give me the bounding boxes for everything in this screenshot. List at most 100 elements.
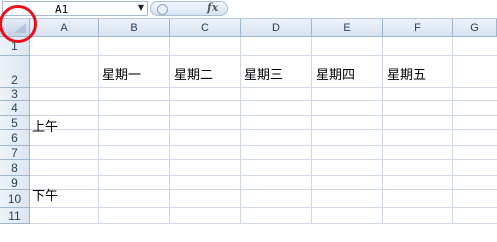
column-header-e[interactable]: E [312, 19, 383, 37]
cell-C6[interactable] [170, 130, 241, 146]
cell-text-f2: 星期五 [387, 68, 427, 83]
cell-B9[interactable] [99, 176, 170, 190]
cell-text-d2: 星期三 [244, 68, 284, 83]
cell-D1[interactable] [241, 37, 312, 56]
formula-controls: fx [150, 1, 228, 16]
cell-E7[interactable] [312, 146, 383, 160]
formula-bar: A1 ▼ fx [0, 0, 497, 19]
cell-G11[interactable] [453, 208, 497, 224]
row-header-6[interactable]: 6 [0, 130, 30, 146]
cell-F11[interactable] [383, 208, 453, 224]
cell-E5[interactable] [312, 116, 383, 130]
cell-C9[interactable] [170, 176, 241, 190]
row-header-3[interactable]: 3 [0, 88, 30, 101]
cell-G1[interactable] [453, 37, 497, 56]
cell-B3[interactable] [99, 88, 170, 101]
cell-E3[interactable] [312, 88, 383, 101]
cancel-icon[interactable] [157, 4, 168, 15]
cell-E11[interactable] [312, 208, 383, 224]
cell-F6[interactable] [383, 130, 453, 146]
cell-G3[interactable] [453, 88, 497, 101]
row-header-9[interactable]: 9 [0, 176, 30, 190]
cell-F4[interactable] [383, 101, 453, 116]
cell-text-a8: 下午 [32, 189, 59, 204]
cell-E8[interactable] [312, 160, 383, 176]
highlight-circle [0, 5, 37, 43]
cell-G9[interactable] [453, 176, 497, 190]
cell-G8[interactable] [453, 160, 497, 176]
cell-G10[interactable] [453, 190, 497, 208]
cell-E10[interactable] [312, 190, 383, 208]
cell-A3[interactable] [30, 88, 99, 101]
cell-C1[interactable] [170, 37, 241, 56]
cell-text-a4: 上午 [32, 120, 59, 135]
cell-C11[interactable] [170, 208, 241, 224]
cell-C8[interactable] [170, 160, 241, 176]
row-header-2[interactable]: 2 [0, 56, 30, 88]
cell-B7[interactable] [99, 146, 170, 160]
cell-B10[interactable] [99, 190, 170, 208]
cell-D9[interactable] [241, 176, 312, 190]
name-box-value: A1 [55, 3, 69, 16]
cell-D3[interactable] [241, 88, 312, 101]
cell-F5[interactable] [383, 116, 453, 130]
cell-F1[interactable] [383, 37, 453, 56]
cell-C5[interactable] [170, 116, 241, 130]
cell-B5[interactable] [99, 116, 170, 130]
cell-E6[interactable] [312, 130, 383, 146]
cell-B8[interactable] [99, 160, 170, 176]
cell-G4[interactable] [453, 101, 497, 116]
row-header-8[interactable]: 8 [0, 160, 30, 176]
cell-F10[interactable] [383, 190, 453, 208]
cell-A2[interactable] [30, 56, 99, 88]
cell-D10[interactable] [241, 190, 312, 208]
cell-C3[interactable] [170, 88, 241, 101]
cell-A1[interactable] [30, 37, 99, 56]
cell-D8[interactable] [241, 160, 312, 176]
name-box-dropdown-icon[interactable]: ▼ [136, 2, 146, 14]
cell-D5[interactable] [241, 116, 312, 130]
cell-F7[interactable] [383, 146, 453, 160]
row-header-10[interactable]: 10 [0, 190, 30, 208]
cell-A4[interactable] [30, 101, 99, 116]
cell-text-e2: 星期四 [316, 68, 356, 83]
row-header-5[interactable]: 5 [0, 116, 30, 130]
cell-A8[interactable] [30, 160, 99, 176]
column-header-d[interactable]: D [241, 19, 312, 37]
cell-G7[interactable] [453, 146, 497, 160]
cell-A7[interactable] [30, 146, 99, 160]
column-header-g[interactable]: G [453, 19, 497, 37]
cell-E9[interactable] [312, 176, 383, 190]
cell-G2[interactable] [453, 56, 497, 88]
cell-B1[interactable] [99, 37, 170, 56]
cell-C10[interactable] [170, 190, 241, 208]
cell-C4[interactable] [170, 101, 241, 116]
column-header-a[interactable]: A [30, 19, 99, 37]
cell-E1[interactable] [312, 37, 383, 56]
cell-G6[interactable] [453, 130, 497, 146]
cell-A11[interactable] [30, 208, 99, 224]
cell-B4[interactable] [99, 101, 170, 116]
cell-C7[interactable] [170, 146, 241, 160]
column-header-b[interactable]: B [99, 19, 170, 37]
cell-G5[interactable] [453, 116, 497, 130]
cell-text-c2: 星期二 [174, 68, 214, 83]
column-header-f[interactable]: F [383, 19, 453, 37]
cell-D6[interactable] [241, 130, 312, 146]
cell-D11[interactable] [241, 208, 312, 224]
cell-D7[interactable] [241, 146, 312, 160]
cell-text-b2: 星期一 [102, 68, 142, 83]
cell-B11[interactable] [99, 208, 170, 224]
row-header-11[interactable]: 11 [0, 208, 30, 224]
cell-F3[interactable] [383, 88, 453, 101]
row-header-4[interactable]: 4 [0, 101, 30, 116]
cell-F9[interactable] [383, 176, 453, 190]
insert-function-button[interactable]: fx [207, 1, 218, 14]
formula-input[interactable] [230, 1, 495, 16]
cell-D4[interactable] [241, 101, 312, 116]
cell-E4[interactable] [312, 101, 383, 116]
cell-B6[interactable] [99, 130, 170, 146]
column-header-c[interactable]: C [170, 19, 241, 37]
cell-F8[interactable] [383, 160, 453, 176]
row-header-7[interactable]: 7 [0, 146, 30, 160]
